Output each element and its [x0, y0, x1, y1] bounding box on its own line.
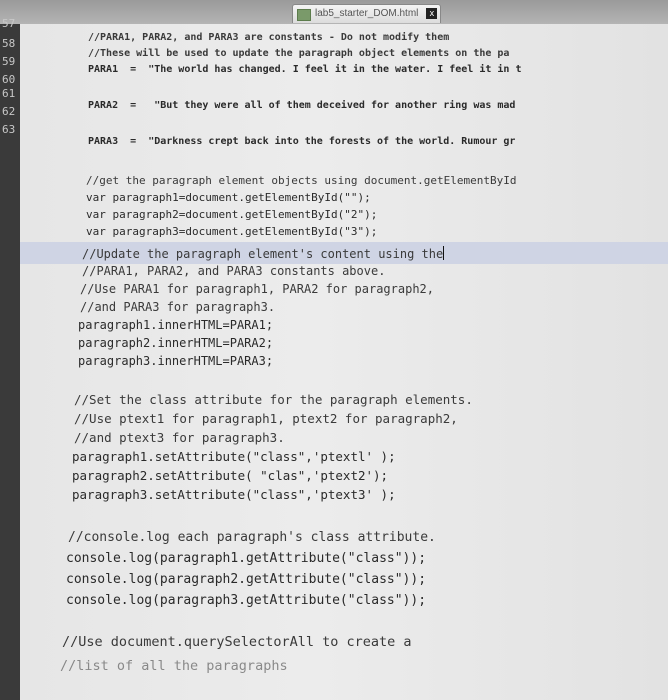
code-line: //Set the class attribute for the paragr…	[74, 392, 473, 407]
file-tab[interactable]: lab5_starter_DOM.html x	[292, 4, 442, 23]
text-cursor	[443, 246, 445, 260]
code-line: //get the paragraph element objects usin…	[86, 174, 517, 187]
code-line: //Use document.querySelectorAll to creat…	[62, 634, 412, 650]
code-line: var paragraph1=document.getElementById("…	[86, 191, 371, 204]
code-line: //Update the paragraph element's content…	[82, 246, 445, 261]
line-number: 57	[2, 17, 16, 30]
code-line: //and PARA3 for paragraph3.	[80, 300, 276, 314]
code-line: //Use PARA1 for paragraph1, PARA2 for pa…	[80, 282, 435, 296]
code-line: console.log(paragraph3.getAttribute("cla…	[66, 593, 427, 608]
line-number: 60	[2, 73, 16, 86]
html-file-icon	[297, 9, 311, 21]
code-line: PARA2 = "But they were all of them decei…	[88, 100, 516, 111]
code-line: console.log(paragraph1.getAttribute("cla…	[66, 551, 427, 566]
code-line: paragraph1.setAttribute("class",'ptextl'…	[72, 449, 396, 464]
line-number: 63	[2, 123, 16, 136]
code-editor[interactable]: //PARA1, PARA2, and PARA3 are constants …	[20, 24, 668, 700]
code-line-text: //Update the paragraph element's content…	[82, 247, 444, 261]
code-line: //and ptext3 for paragraph3.	[74, 430, 285, 445]
close-tab-button[interactable]: x	[426, 8, 438, 19]
code-line: //PARA1, PARA2, and PARA3 are constants …	[88, 32, 450, 43]
code-line: //These will be used to update the parag…	[88, 48, 510, 59]
code-line: paragraph2.setAttribute( "clas",'ptext2'…	[72, 468, 389, 483]
code-line: //list of all the paragraphs	[60, 658, 288, 674]
code-line: PARA3 = "Darkness crept back into the fo…	[88, 136, 516, 147]
line-number: 61	[2, 87, 16, 100]
line-number-gutter: 57 58 59 60 61 62 63	[0, 18, 20, 700]
code-line: paragraph1.innerHTML=PARA1;	[78, 318, 274, 332]
code-line: paragraph2.innerHTML=PARA2;	[78, 336, 274, 350]
line-number: 59	[2, 55, 16, 68]
code-line: PARA1 = "The world has changed. I feel i…	[88, 64, 522, 75]
code-line: //PARA1, PARA2, and PARA3 constants abov…	[82, 264, 386, 278]
file-tab-title: lab5_starter_DOM.html	[315, 8, 419, 19]
code-line: var paragraph2=document.getElementById("…	[86, 208, 378, 221]
code-line: console.log(paragraph2.getAttribute("cla…	[66, 572, 427, 587]
code-line: paragraph3.setAttribute("class",'ptext3'…	[72, 487, 396, 502]
code-line: //Use ptext1 for paragraph1, ptext2 for …	[74, 411, 458, 426]
editor-tab-bar: lab5_starter_DOM.html x	[0, 0, 668, 25]
code-line: paragraph3.innerHTML=PARA3;	[78, 354, 274, 368]
code-line: //console.log each paragraph's class att…	[68, 530, 436, 545]
line-number: 58	[2, 37, 16, 50]
line-number: 62	[2, 105, 16, 118]
code-line: var paragraph3=document.getElementById("…	[86, 225, 378, 238]
